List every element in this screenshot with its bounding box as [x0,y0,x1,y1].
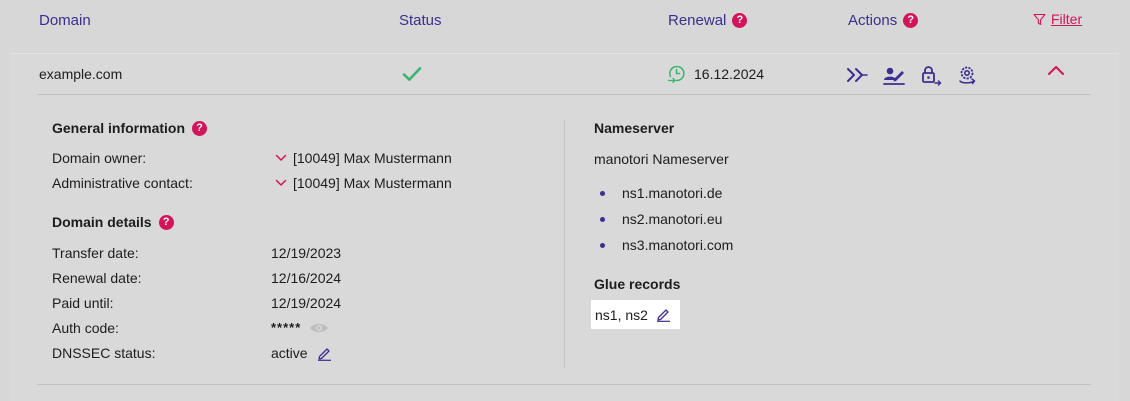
table-row: example.com 16.12.2024 [10,54,1119,94]
glue-records-title: Glue records [594,276,681,292]
transfer-date-value: 12/19/2023 [271,245,342,261]
transfer-action[interactable] [846,64,868,86]
bullet [600,242,605,248]
auto-renew-icon [667,65,685,83]
details-help-icon[interactable]: ? [158,214,174,230]
admin-contact-field[interactable]: [10049] Max Mustermann [275,175,452,191]
lock-action[interactable] [920,64,942,86]
auth-code-value: ***** [271,320,302,335]
column-actions-label: Actions [848,12,898,29]
user-edit-icon [883,67,905,85]
domain-owner-label: Domain owner: [52,150,147,166]
domain-owner-value: [10049] Max Mustermann [293,150,452,166]
domain-row-panel: example.com 16.12.2024 General informati… [10,53,1119,401]
auth-code-field: ***** [271,320,329,335]
chevron-down-icon [275,154,287,161]
nameserver-title: Nameserver [594,120,675,136]
actions-cell [846,64,979,86]
column-actions: Actions ? [848,12,919,29]
check-icon [402,67,422,81]
column-domain-label: Domain [39,12,91,29]
filter-button[interactable]: Filter [1033,11,1082,27]
actions-help-icon[interactable]: ? [903,13,919,28]
general-information-heading: General information ? [52,120,208,136]
domain-owner-field[interactable]: [10049] Max Mustermann [275,150,452,166]
domain-name: example.com [39,66,123,82]
vertical-divider [564,120,565,368]
filter-label[interactable]: Filter [1051,11,1082,27]
eye-icon[interactable] [309,322,329,334]
lock-arrow-icon [922,66,942,86]
nameserver-item: ns2.manotori.eu [622,211,723,227]
list-item: ns2.manotori.eu [598,206,733,232]
admin-contact-value: [10049] Max Mustermann [293,175,452,191]
glue-records-field[interactable]: ns1, ns2 [591,300,680,329]
nameserver-item: ns1.manotori.de [622,185,723,201]
list-item: ns3.manotori.com [598,232,733,258]
pencil-icon[interactable] [656,307,671,322]
general-help-icon[interactable]: ? [192,120,208,136]
renewal-help-icon[interactable]: ? [732,13,748,28]
bullet [600,190,605,196]
domain-details-heading: Domain details ? [52,214,174,230]
renewal-date-value: 12/16/2024 [271,270,342,286]
paid-until-value: 12/19/2024 [271,295,342,311]
renewal-date: 16.12.2024 [694,65,765,82]
dnssec-status-value: active [271,345,308,361]
column-renewal-label: Renewal [668,12,727,29]
transfer-date-label: Transfer date: [52,245,139,261]
nameserver-provider: manotori Nameserver [594,151,729,167]
glue-records-value: ns1, ns2 [595,306,648,323]
column-status-label: Status [399,12,442,29]
bullet [600,216,605,222]
settings-action[interactable] [957,64,979,86]
column-renewal: Renewal ? [668,12,748,29]
nameserver-item: ns3.manotori.com [622,237,734,253]
pencil-icon[interactable] [317,346,332,361]
chevron-up-icon[interactable] [1046,64,1066,78]
list-item: ns1.manotori.de [598,180,733,206]
chevron-down-icon [275,179,287,186]
auth-code-label: Auth code: [52,320,119,336]
double-chevron-right-icon [847,68,868,82]
admin-contact-label: Administrative contact: [52,175,193,191]
divider [37,384,1091,385]
dnssec-status-field: active [271,345,332,361]
edit-owner-action[interactable] [883,64,905,86]
table-header: Domain Status Renewal ? Actions ? Filter [0,0,1130,44]
column-status: Status [399,12,442,29]
dnssec-status-label: DNSSEC status: [52,345,156,361]
domain-details-title: Domain details [52,214,152,230]
column-domain: Domain [39,12,91,29]
filter-icon [1033,13,1046,25]
general-information-title: General information [52,120,186,136]
nameserver-list: ns1.manotori.de ns2.manotori.eu ns3.mano… [598,180,733,258]
paid-until-label: Paid until: [52,295,114,311]
renewal-date-label: Renewal date: [52,270,142,286]
gear-arrow-icon [959,66,976,85]
divider [37,94,1091,95]
renewal-cell: 16.12.2024 [667,64,764,83]
